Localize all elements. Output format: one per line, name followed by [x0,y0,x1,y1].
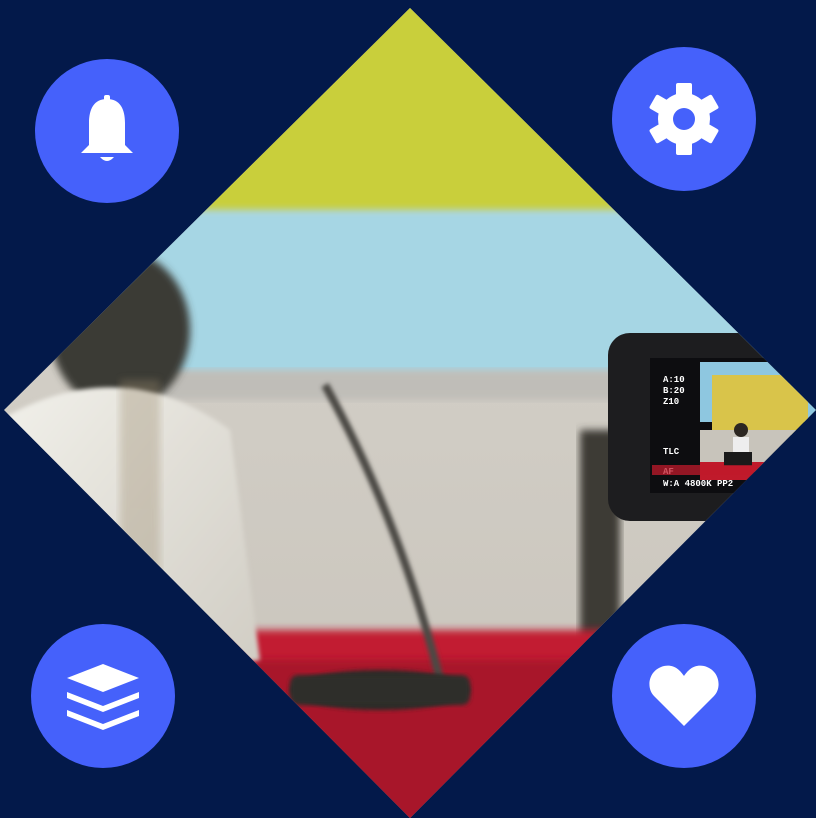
layers-icon [67,664,139,730]
gear-icon [649,83,719,155]
readout-z: Z10 [663,397,679,407]
readout-fstop: F6.7 [757,479,779,489]
readout-b: B:20 [663,386,685,396]
layers-button[interactable] [31,624,175,768]
readout-tlc: TLC [663,447,680,457]
favorite-button[interactable] [612,624,756,768]
notifications-button[interactable] [35,59,179,203]
settings-button[interactable] [612,47,756,191]
bell-icon [81,95,133,161]
heart-icon [649,665,719,726]
readout-wb: W:A 4800K PP2 [663,479,733,489]
stage: A:10 B:20 Z10 TLC AF W:A 4800K PP2 F6.7 [0,0,816,818]
readout-a: A:10 [663,375,685,385]
